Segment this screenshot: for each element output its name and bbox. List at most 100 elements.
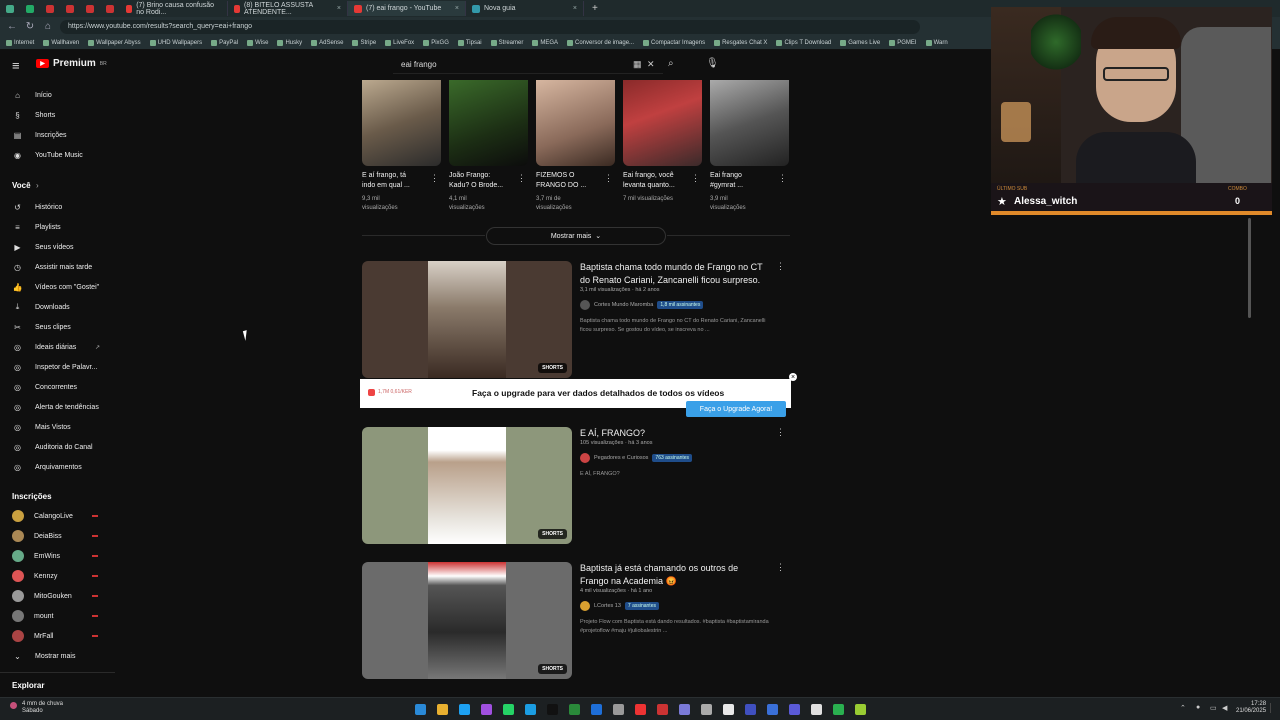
taskbar-app-icon[interactable] [745, 704, 756, 715]
subscription-item[interactable]: DeiaBiss [12, 528, 112, 544]
taskbar-app-icon[interactable] [613, 704, 624, 715]
subscription-item[interactable]: CalangoLive [12, 508, 112, 524]
clock[interactable]: 17:28 21/06/2025 [1236, 701, 1266, 715]
pinned-tab[interactable] [60, 1, 80, 16]
subscription-item[interactable]: EmWins [12, 548, 112, 564]
microphone-icon[interactable]: 🎙 [706, 58, 719, 69]
bookmark-item[interactable]: PayPal [211, 39, 238, 46]
home-icon[interactable]: ⌂ [42, 21, 54, 32]
mic-tray-icon[interactable]: ● [1196, 704, 1200, 711]
bookmark-item[interactable]: Wallhaven [43, 39, 79, 46]
video-thumbnail[interactable]: SHORTS [362, 562, 572, 679]
short-title[interactable]: FRANGO DO ... [536, 181, 586, 191]
video-thumbnail[interactable]: SHORTS [362, 261, 572, 378]
channel-row[interactable]: Pegadores e Curiosos 763 assinantes [580, 453, 693, 463]
bookmark-item[interactable]: MEGA [532, 39, 558, 46]
taskbar-app-icon[interactable] [833, 704, 844, 715]
close-icon[interactable]: × [789, 373, 797, 381]
sidebar-item-liked-videos[interactable]: 👍 Vídeos com "Gostei" [12, 279, 112, 295]
taskbar-app-icon[interactable] [591, 704, 602, 715]
short-thumbnail[interactable] [362, 80, 441, 166]
more-options-icon[interactable]: ⋮ [430, 173, 439, 184]
short-title[interactable]: levanta quanto... [623, 181, 675, 191]
scrollbar[interactable] [1248, 218, 1251, 318]
taskbar-app-icon[interactable] [723, 704, 734, 715]
sidebar-item-subscriptions[interactable]: ▤ Inscrições [12, 127, 112, 143]
bookmark-item[interactable]: PGMEI [889, 39, 917, 46]
bookmark-item[interactable]: Wallpaper Abyss [88, 39, 141, 46]
sidebar-item-shorts[interactable]: § Shorts [12, 107, 112, 123]
pinned-tab[interactable] [100, 1, 120, 16]
short-title[interactable]: FIZEMOS O [536, 171, 575, 181]
short-thumbnail[interactable] [623, 80, 702, 166]
sidebar-item-your-videos[interactable]: ▶ Seus vídeos [12, 239, 112, 255]
taskbar-app-icon[interactable] [657, 704, 668, 715]
show-desktop-button[interactable] [1270, 703, 1276, 713]
more-options-icon[interactable]: ⋮ [517, 173, 526, 184]
bookmark-item[interactable]: AdSense [311, 39, 343, 46]
sidebar-item-youtube-music[interactable]: ◉ YouTube Music [12, 147, 112, 163]
back-icon[interactable]: ← [6, 21, 18, 32]
video-thumbnail[interactable]: SHORTS [362, 427, 572, 544]
search-input[interactable]: eai frango ▦ ✕ [393, 56, 663, 74]
sidebar-item-extension[interactable]: ◎ Arquivamentos [12, 459, 112, 475]
bookmark-item[interactable]: Streamer [490, 39, 523, 46]
taskbar-app-icon[interactable] [679, 704, 690, 715]
video-title[interactable]: E AÍ, FRANGO? [580, 427, 780, 440]
more-options-icon[interactable]: ⋮ [604, 173, 613, 184]
sidebar-item-playlists[interactable]: ≡ Playlists [12, 219, 112, 235]
close-tab-icon[interactable]: × [455, 5, 459, 12]
more-options-icon[interactable]: ⋮ [776, 261, 785, 272]
short-thumbnail[interactable] [536, 80, 615, 166]
taskbar-app-icon[interactable] [811, 704, 822, 715]
browser-tab[interactable]: (8) BITELO ASSUSTA ATENDENTE... × [228, 1, 348, 16]
new-tab-button[interactable]: + [584, 3, 598, 14]
subscription-item[interactable]: mount [12, 608, 112, 624]
sidebar-item-extension[interactable]: ◎ Alerta de tendências [12, 399, 112, 415]
more-options-icon[interactable]: ⋮ [776, 562, 785, 573]
subscription-item[interactable]: MrFall [12, 628, 112, 644]
bookmark-item[interactable]: Internet [6, 39, 34, 46]
short-title[interactable]: #gymrat ... [710, 181, 743, 191]
taskbar-app-icon[interactable] [855, 704, 866, 715]
sidebar-item-home[interactable]: ⌂ Início [12, 87, 112, 103]
bookmark-item[interactable]: Clips T Download [776, 39, 831, 46]
url-input[interactable]: https://www.youtube.com/results?search_q… [60, 19, 920, 34]
upgrade-now-button[interactable]: Faça o Upgrade Agora! [686, 401, 786, 417]
clear-search-icon[interactable]: ✕ [647, 59, 655, 70]
network-icon[interactable]: ▭ [1210, 704, 1217, 712]
bookmark-item[interactable]: Games Live [840, 39, 880, 46]
bookmark-item[interactable]: Husky [277, 39, 302, 46]
menu-icon[interactable]: ≡ [12, 58, 20, 73]
bookmark-item[interactable]: UHD Wallpapers [149, 39, 202, 46]
taskbar-app-icon[interactable] [437, 704, 448, 715]
bookmark-item[interactable]: Conversor de image... [567, 39, 634, 46]
taskbar-app-icon[interactable] [525, 704, 536, 715]
more-options-icon[interactable]: ⋮ [778, 173, 787, 184]
bookmark-item[interactable]: Stripe [352, 39, 376, 46]
pinned-tab[interactable] [20, 1, 40, 16]
more-options-icon[interactable]: ⋮ [691, 173, 700, 184]
channel-row[interactable]: Cortes Mundo Maromba 1,8 mil assinantes [580, 300, 704, 310]
bookmark-item[interactable]: Resgates Chat X [714, 39, 767, 46]
bookmark-item[interactable]: PixGG [423, 39, 449, 46]
short-title[interactable]: Kadu? O Brode... [449, 181, 503, 191]
you-section-title[interactable]: Você [12, 181, 31, 190]
browser-tab[interactable]: Nova guia × [466, 1, 584, 16]
subscription-item[interactable]: MitoGouken [12, 588, 112, 604]
short-title[interactable]: João Frango: [449, 171, 490, 181]
bookmark-item[interactable]: LiveFox [385, 39, 414, 46]
show-more-button[interactable]: Mostrar mais ⌄ [486, 227, 666, 245]
pinned-tab[interactable] [0, 1, 20, 16]
pinned-tab[interactable] [80, 1, 100, 16]
browser-tab[interactable]: (7) Brino causa confusão no Rodi... [120, 1, 228, 16]
video-title[interactable]: Baptista já está chamando os outros de [580, 562, 780, 575]
taskbar-app-icon[interactable] [635, 704, 646, 715]
short-title[interactable]: E aí frango, tá [362, 171, 406, 181]
taskbar-app-icon[interactable] [547, 704, 558, 715]
bookmark-item[interactable]: Warn [925, 39, 948, 46]
video-title[interactable]: do Renato Cariani, Zancanelli ficou surp… [580, 274, 780, 287]
pinned-tab[interactable] [40, 1, 60, 16]
sidebar-item-extension[interactable]: ◎ Ideais diárias ↗ [12, 339, 112, 355]
sidebar-item-clips[interactable]: ✂ Seus clipes [12, 319, 112, 335]
